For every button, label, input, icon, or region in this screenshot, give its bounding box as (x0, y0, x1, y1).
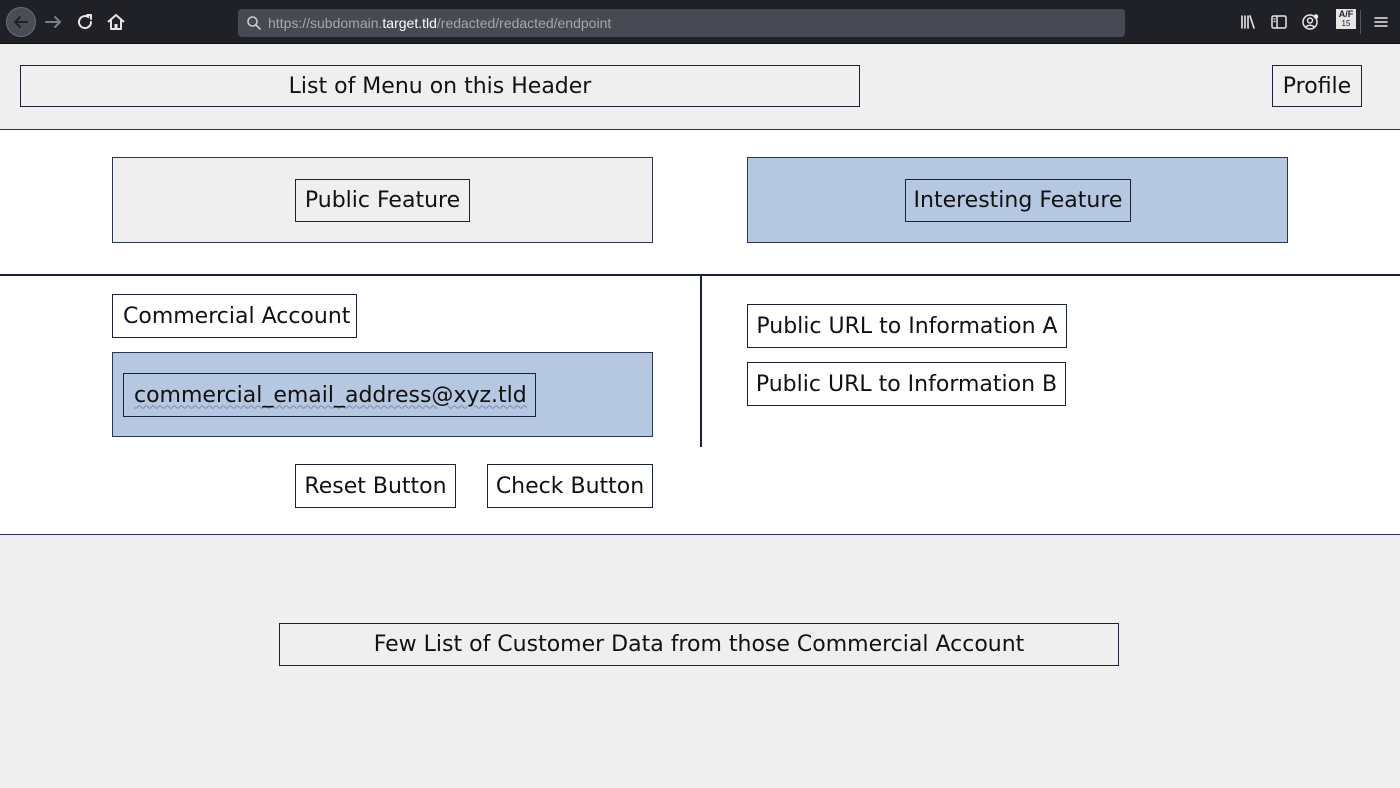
email-value: commercial_email_address@xyz.tld (134, 382, 527, 408)
arrow-left-icon (14, 16, 28, 28)
hamburger-menu-icon[interactable] (1372, 13, 1390, 31)
home-icon (107, 14, 125, 30)
home-button[interactable] (104, 10, 128, 34)
browser-toolbar: https://subdomain.target.tld/redacted/re… (0, 0, 1400, 44)
url-bar[interactable]: https://subdomain.target.tld/redacted/re… (238, 9, 1125, 37)
check-button-label: Check Button (495, 473, 645, 499)
library-icon[interactable] (1239, 13, 1257, 31)
header-menu-label: List of Menu on this Header (288, 73, 592, 99)
url-path: /redacted/redacted/endpoint (436, 15, 612, 31)
public-feature-label: Public Feature (304, 188, 461, 213)
public-url-info-b-label: Public URL to Information B (755, 371, 1058, 397)
reload-icon (78, 14, 93, 30)
url-text[interactable]: https://subdomain.target.tld/redacted/re… (268, 15, 611, 31)
profile-button[interactable]: Profile (1272, 65, 1362, 107)
customer-data-label: Few List of Customer Data from those Com… (373, 632, 1025, 657)
back-button[interactable] (6, 7, 36, 37)
commercial-account-text: Commercial Account (123, 303, 351, 329)
public-url-info-b-link[interactable]: Public URL to Information B (747, 362, 1066, 406)
addon-icon[interactable]: A/F 15 (1336, 9, 1356, 29)
profile-label: Profile (1282, 73, 1352, 99)
reload-button[interactable] (73, 10, 97, 34)
header-menu-list[interactable]: List of Menu on this Header (20, 65, 860, 107)
email-field[interactable]: commercial_email_address@xyz.tld (123, 373, 536, 417)
search-icon (247, 16, 261, 30)
reset-button[interactable]: Reset Button (295, 464, 456, 508)
sidebar-icon[interactable] (1270, 13, 1288, 31)
customer-data-list: Few List of Customer Data from those Com… (279, 623, 1119, 666)
commercial-account-label: Commercial Account (112, 294, 357, 338)
url-domain: target.tld (382, 15, 437, 31)
vertical-divider (700, 275, 702, 447)
arrow-right-icon (45, 16, 61, 28)
account-icon[interactable] (1301, 13, 1319, 31)
toolbar-separator (1360, 10, 1361, 34)
public-feature-button[interactable]: Public Feature (295, 179, 470, 222)
addon-badge-count: 15 (1341, 19, 1351, 28)
public-url-info-a-label: Public URL to Information A (756, 313, 1058, 339)
public-url-info-a-link[interactable]: Public URL to Information A (747, 304, 1067, 348)
forward-button[interactable] (41, 10, 65, 34)
interesting-feature-button[interactable]: Interesting Feature (905, 179, 1131, 222)
check-button[interactable]: Check Button (487, 464, 653, 508)
url-prefix: https://subdomain. (268, 15, 383, 31)
reset-button-label: Reset Button (304, 473, 447, 499)
interesting-feature-label: Interesting Feature (913, 188, 1123, 213)
